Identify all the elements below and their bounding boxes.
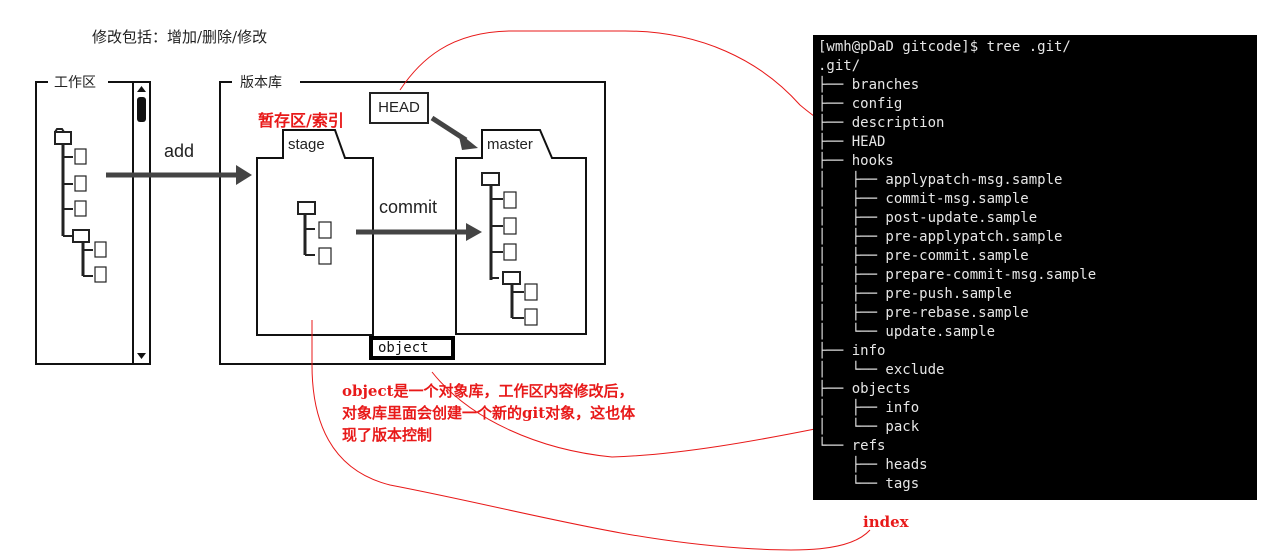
file-icon [503, 243, 517, 261]
tree-line: ├── config [818, 96, 903, 112]
file-icon [74, 200, 87, 217]
workspace-scrollbar[interactable] [132, 81, 151, 365]
stage-tab-label: stage [288, 136, 325, 153]
tree-line: ├── HEAD [818, 134, 886, 150]
commit-label: commit [379, 197, 437, 217]
tree-line: │ ├── pre-applypatch.sample [818, 229, 1063, 245]
tree-line: ├── hooks [818, 153, 894, 169]
tree-line: ├── description [818, 115, 945, 131]
file-icon [503, 191, 517, 209]
workspace-label: 工作区 [48, 72, 102, 92]
file-icon [94, 266, 107, 283]
folder-icon [297, 201, 316, 215]
tree-line: │ └── exclude [818, 362, 945, 378]
head-box: HEAD [369, 92, 429, 124]
master-tab-label: master [487, 136, 533, 153]
stage-index-annotation: 暂存区/索引 [258, 111, 344, 130]
tree-line: ├── heads [851, 457, 928, 473]
folder-icon [502, 271, 521, 285]
tree-line: ├── branches [818, 77, 920, 93]
tree-line: ├── info [818, 343, 886, 359]
file-icon [74, 148, 87, 165]
repository-label: 版本库 [234, 72, 288, 92]
tree-line: │ ├── info [818, 400, 920, 416]
head-to-master-arrow [430, 115, 478, 150]
tree-line: │ ├── pre-push.sample [818, 286, 1012, 302]
stage-area [256, 129, 374, 336]
object-explanation-note: object是一个对象库，工作区内容修改后，对象库里面会创建一个新的git对象，… [342, 382, 636, 444]
terminal-window: [wmh@pDaD gitcode]$ tree .git/ .git/ ├──… [813, 35, 1257, 500]
file-icon [74, 175, 87, 192]
file-icon [524, 308, 538, 326]
file-icon [524, 283, 538, 301]
tree-line: │ └── pack [818, 419, 920, 435]
terminal-output: [wmh@pDaD gitcode]$ tree .git/ .git/ ├──… [818, 38, 1096, 494]
file-icon [318, 247, 332, 265]
tree-line: │ ├── prepare-commit-msg.sample [818, 267, 1097, 283]
workspace-file-tree [54, 128, 107, 283]
tree-line: │ ├── post-update.sample [818, 210, 1038, 226]
folder-icon [72, 229, 90, 243]
tree-line: │ └── update.sample [818, 324, 996, 340]
folder-icon [54, 131, 72, 145]
add-arrow [106, 165, 252, 185]
tree-line: │ ├── pre-commit.sample [818, 248, 1029, 264]
file-icon [318, 221, 332, 239]
tree-line: │ ├── pre-rebase.sample [818, 305, 1029, 321]
object-box: object [369, 336, 455, 360]
tree-line: .git/ [818, 58, 861, 74]
scrollbar-thumb[interactable] [137, 97, 146, 122]
folder-icon [481, 172, 500, 186]
tree-line: └── tags [818, 476, 920, 492]
head-link-curve [399, 30, 849, 141]
tree-line: ├── objects [818, 381, 911, 397]
file-icon [94, 241, 107, 258]
index-label: index [863, 513, 909, 531]
tree-output: .git/ ├── branches ├── config ├── descri… [818, 58, 1096, 492]
terminal-prompt: [wmh@pDaD gitcode]$ tree .git/ [818, 39, 1071, 55]
file-icon [503, 217, 517, 235]
add-label: add [164, 141, 195, 161]
tree-line: └── refs [818, 438, 886, 454]
tree-line: │ ├── applypatch-msg.sample [818, 172, 1063, 188]
tree-line: │ ├── commit-msg.sample [818, 191, 1029, 207]
